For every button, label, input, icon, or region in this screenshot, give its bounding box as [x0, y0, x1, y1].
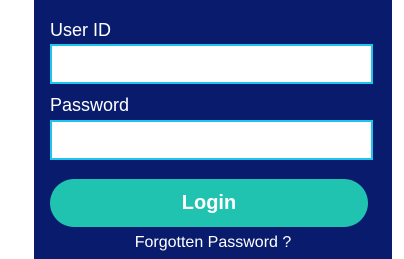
user-id-label: User ID [50, 20, 112, 40]
password-label: Password [50, 95, 130, 115]
login-panel: User ID Password Login Forgotten Passwor… [34, 0, 392, 259]
password-field[interactable] [50, 120, 373, 160]
user-id-field[interactable] [50, 44, 373, 84]
forgot-password-link[interactable]: Forgotten Password ? [34, 233, 392, 253]
login-button[interactable]: Login [50, 179, 368, 227]
